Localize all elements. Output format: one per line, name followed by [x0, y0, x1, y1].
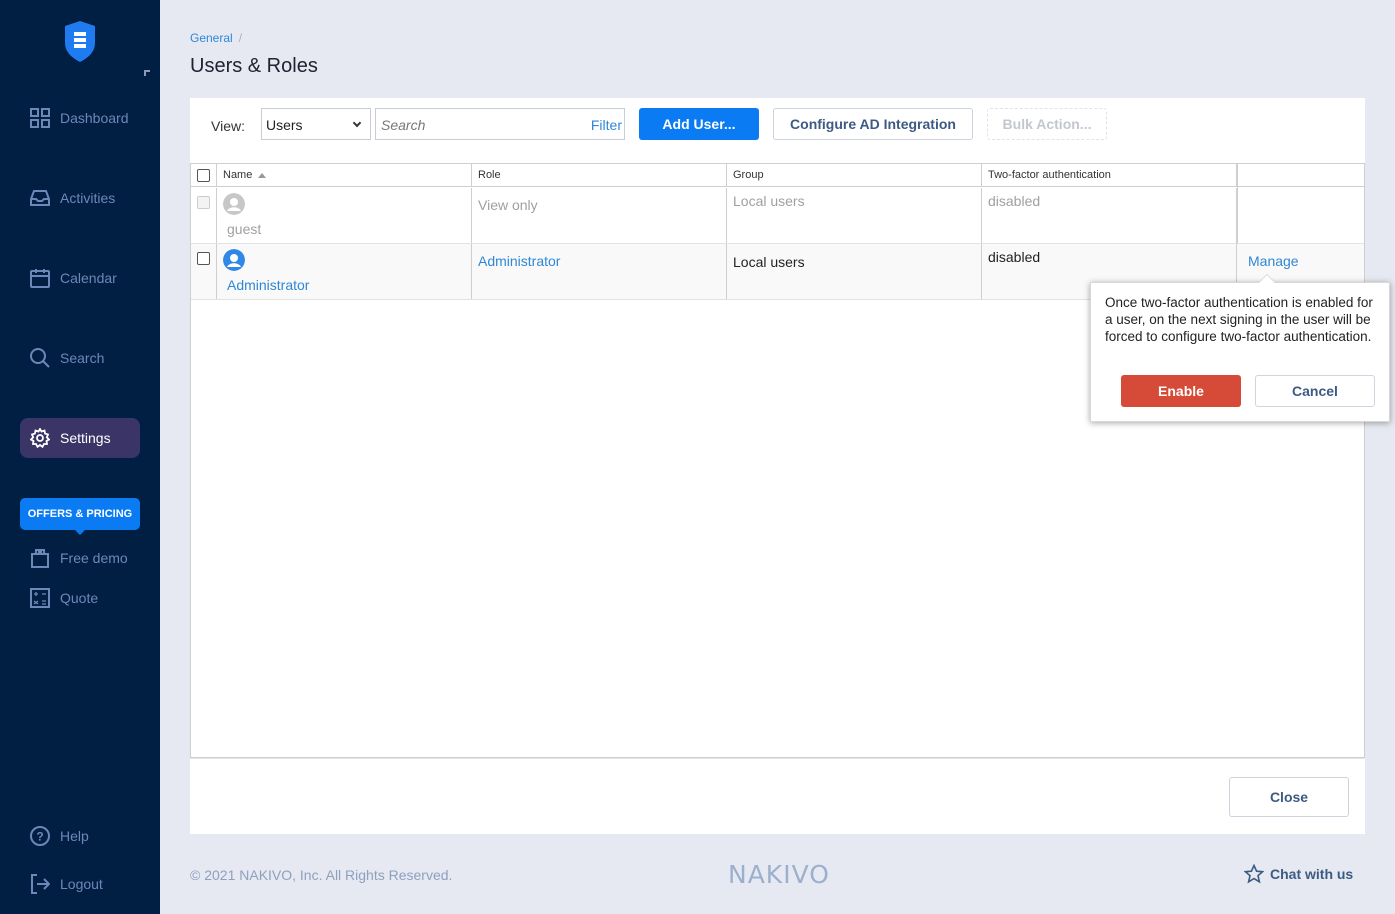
column-group-label: Group: [733, 169, 764, 181]
sidebar-item-label: Help: [60, 828, 89, 844]
copyright-text: © 2021 NAKIVO, Inc. All Rights Reserved.: [190, 867, 453, 883]
user-avatar-icon: [223, 193, 245, 215]
name-cell: guest: [217, 188, 472, 243]
row-select-cell: [191, 244, 217, 299]
sidebar-item-settings[interactable]: Settings: [20, 418, 140, 458]
cancel-button[interactable]: Cancel: [1255, 375, 1375, 407]
breadcrumb: General /: [190, 31, 242, 45]
user-name: guest: [227, 221, 262, 237]
tfa-value: disabled: [988, 193, 1041, 209]
svg-text:?: ?: [36, 830, 43, 844]
sidebar-item-logout[interactable]: Logout: [20, 864, 140, 904]
column-role-label: Role: [478, 169, 501, 181]
search-icon: [30, 348, 50, 368]
view-select[interactable]: Users: [261, 108, 371, 140]
column-header-name[interactable]: Name: [217, 164, 472, 186]
chat-with-us-button[interactable]: Chat with us: [1244, 864, 1353, 884]
sidebar-item-label: Free demo: [60, 550, 128, 566]
calculator-icon: [30, 588, 50, 608]
sidebar-item-dashboard[interactable]: Dashboard: [20, 98, 140, 138]
user-avatar-icon: [223, 249, 245, 271]
sidebar-item-label: Dashboard: [60, 110, 129, 126]
help-icon: ?: [30, 826, 50, 846]
role-value: View only: [478, 197, 538, 213]
sort-ascending-icon: [258, 172, 267, 178]
sidebar-item-label: Settings: [60, 430, 111, 446]
offers-pricing-button[interactable]: OFFERS & PRICING: [20, 498, 140, 535]
group-cell: Local users: [727, 188, 982, 243]
breadcrumb-general[interactable]: General: [190, 31, 233, 45]
tfa-value: disabled: [988, 249, 1041, 265]
search-input[interactable]: [376, 111, 576, 139]
select-all-cell: [191, 164, 217, 186]
search-box: Filter: [375, 108, 625, 140]
sidebar-item-free-demo[interactable]: Free demo: [20, 538, 140, 578]
name-cell: Administrator: [217, 244, 472, 299]
sidebar-item-label: Activities: [60, 190, 116, 206]
tfa-cell: disabled: [982, 188, 1237, 243]
user-name-link[interactable]: Administrator: [227, 277, 309, 293]
sidebar-item-label: Quote: [60, 590, 99, 606]
view-select-value: Users: [266, 117, 303, 133]
enable-button[interactable]: Enable: [1121, 375, 1241, 407]
column-header-group[interactable]: Group: [727, 164, 982, 186]
column-header-role[interactable]: Role: [472, 164, 727, 186]
page-title: Users & Roles: [190, 55, 318, 77]
sidebar-item-label: Search: [60, 350, 105, 366]
gift-icon: [31, 549, 49, 568]
sidebar-item-label: Calendar: [60, 270, 117, 286]
sidebar-item-calendar[interactable]: Calendar: [20, 258, 140, 298]
chat-label: Chat with us: [1270, 866, 1354, 882]
users-table: Name Role Group Two-factor authenticatio…: [190, 163, 1365, 758]
add-user-button[interactable]: Add User...: [639, 108, 759, 140]
manage-link[interactable]: Manage: [1248, 253, 1299, 269]
view-label: View:: [211, 118, 245, 134]
calendar-icon: [30, 269, 50, 288]
grid-icon: [30, 108, 50, 128]
role-link[interactable]: Administrator: [478, 253, 560, 269]
column-tfa-label: Two-factor authentication: [988, 169, 1111, 181]
gear-icon: [30, 428, 50, 448]
bulk-action-button: Bulk Action...: [987, 108, 1107, 140]
group-cell: Local users: [727, 244, 982, 299]
close-button[interactable]: Close: [1229, 777, 1349, 817]
enable-2fa-popover: Once two-factor authentication is enable…: [1090, 274, 1390, 422]
sidebar-item-activities[interactable]: Activities: [20, 178, 140, 218]
chevron-down-icon: [352, 118, 362, 128]
column-divider: [1237, 164, 1238, 244]
logout-icon: [31, 874, 50, 894]
select-all-checkbox[interactable]: [197, 169, 210, 182]
users-roles-panel: View: Users Filter Add User... Configure…: [190, 98, 1365, 834]
column-header-tfa[interactable]: Two-factor authentication: [982, 164, 1237, 186]
collapse-sidebar-toggle[interactable]: [144, 70, 150, 76]
role-cell: Administrator: [472, 244, 727, 299]
sidebar-item-quote[interactable]: Quote: [20, 578, 140, 618]
star-icon: [1244, 864, 1264, 884]
sidebar-item-label: Logout: [60, 876, 103, 892]
configure-ad-integration-button[interactable]: Configure AD Integration: [773, 108, 973, 140]
row-select-cell: [191, 188, 217, 243]
group-value: Local users: [733, 193, 805, 209]
logo-shield-icon[interactable]: [64, 21, 96, 62]
group-value: Local users: [733, 254, 805, 270]
sidebar-item-help[interactable]: ? Help: [20, 816, 140, 856]
row-checkbox[interactable]: [197, 252, 210, 265]
row-checkbox: [197, 196, 210, 209]
inbox-icon: [30, 190, 50, 206]
table-header: Name Role Group Two-factor authenticatio…: [191, 164, 1364, 187]
role-cell: View only: [472, 188, 727, 243]
filter-link[interactable]: Filter: [591, 117, 622, 133]
nakivo-logo: NAKIVO: [728, 860, 830, 889]
column-name-label: Name: [223, 169, 253, 181]
table-row[interactable]: guest View only Local users disabled: [191, 188, 1364, 244]
popover-message: Once two-factor authentication is enable…: [1105, 295, 1373, 344]
breadcrumb-separator: /: [238, 31, 243, 45]
sidebar: Dashboard Activities Calendar Search Set…: [0, 0, 160, 914]
panel-divider: [190, 758, 1365, 759]
sidebar-item-search[interactable]: Search: [20, 338, 140, 378]
